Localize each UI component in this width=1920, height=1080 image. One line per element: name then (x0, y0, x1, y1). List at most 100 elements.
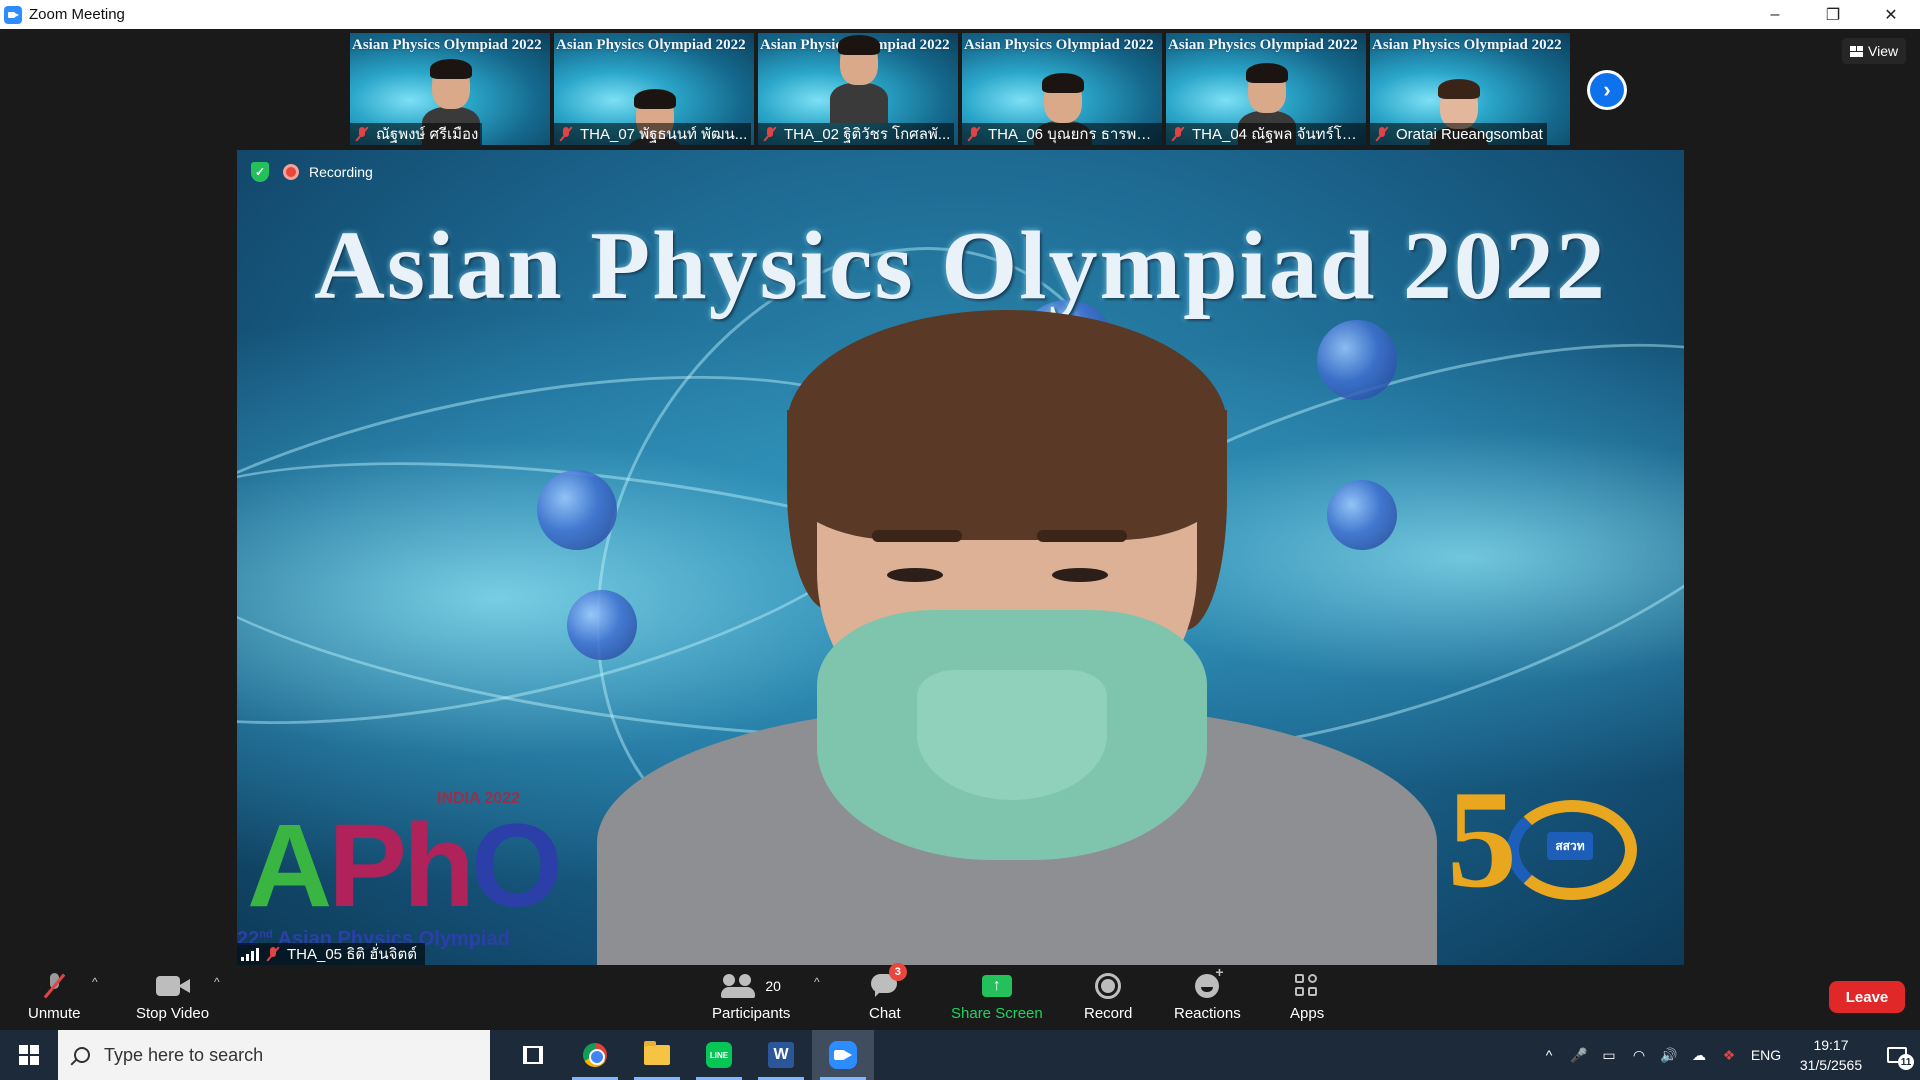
input-language[interactable]: ENG (1744, 1047, 1788, 1063)
mic-muted-icon (558, 126, 574, 142)
participant-name: Oratai Rueangsombat (1396, 125, 1543, 143)
apho-logo-letters: APhO (247, 800, 563, 932)
share-screen-button[interactable]: ↑ Share Screen (951, 971, 1043, 1022)
video-options-caret[interactable]: ^ (214, 975, 220, 989)
window-controls: – ❐ ✕ (1746, 0, 1920, 29)
restore-button[interactable]: ❐ (1804, 0, 1862, 29)
participant-name-tag: THA_04 ณัฐพล จันทร์โพ... (1166, 123, 1366, 145)
participant-thumbnail[interactable]: Asian Physics Olympiad 2022 THA_06 บุณยก… (962, 33, 1162, 145)
wifi-icon[interactable]: ◠ (1624, 1030, 1654, 1080)
participant-thumbnail[interactable]: Asian Physics Olympiad 2022 Oratai Ruean… (1370, 33, 1570, 145)
grid-icon (1850, 45, 1863, 57)
apps-button[interactable]: Apps (1290, 971, 1324, 1022)
clock-time: 19:17 (1813, 1037, 1849, 1053)
smiley-icon (1195, 964, 1224, 998)
leave-button[interactable]: Leave (1829, 981, 1905, 1013)
windows-taskbar: Type here to search LINE W ^ 🎤 ▭ ◠ 🔊 ☁ ❖… (0, 1030, 1920, 1080)
recording-label: Recording (309, 164, 373, 180)
stop-video-button[interactable]: Stop Video (136, 971, 209, 1022)
view-label: View (1868, 43, 1899, 59)
battery-icon[interactable]: ▭ (1594, 1030, 1624, 1080)
chat-unread-badge: 3 (888, 963, 907, 981)
chat-label: Chat (869, 1005, 901, 1022)
mic-muted-icon (354, 126, 370, 142)
participant-thumbnail[interactable]: Asian Physics Olympiad 2022 THA_02 ฐิติว… (758, 33, 958, 145)
participant-name: THA_06 บุณยกร ธารพาน... (988, 126, 1158, 143)
taskbar-line[interactable]: LINE (688, 1030, 750, 1080)
meeting-toolbar: Unmute ^ Stop Video ^ 20 Participants ^ … (0, 963, 1920, 1030)
speaker-name: THA_05 ธิติ ฮั่นจิตต์ (287, 946, 417, 963)
apps-icon (1295, 974, 1319, 998)
record-icon (1095, 973, 1122, 999)
reactions-label: Reactions (1174, 1005, 1241, 1022)
thumbnail-strip: Asian Physics Olympiad 2022 ณัฐพงษ์ ศรีเ… (350, 33, 1570, 145)
taskbar-file-explorer[interactable] (626, 1030, 688, 1080)
participant-thumbnail[interactable]: Asian Physics Olympiad 2022 ณัฐพงษ์ ศรีเ… (350, 33, 550, 145)
chat-button[interactable]: 3 Chat (869, 963, 907, 1022)
notification-count-badge: 11 (1898, 1054, 1914, 1070)
participants-icon (721, 974, 757, 998)
recording-indicator[interactable]: Recording (283, 164, 373, 180)
participant-name: THA_04 ณัฐพล จันทร์โพ... (1192, 126, 1362, 143)
unmute-button[interactable]: Unmute (28, 971, 81, 1022)
thumbnail-background-title: Asian Physics Olympiad 2022 (352, 37, 542, 53)
security-shield-icon[interactable]: ✓ (251, 162, 269, 182)
mic-muted-icon (762, 126, 778, 142)
show-hidden-icons-chevron-icon[interactable]: ^ (1534, 1030, 1564, 1080)
taskbar-word[interactable]: W (750, 1030, 812, 1080)
system-tray: ^ 🎤 ▭ ◠ 🔊 ☁ ❖ ENG 19:17 31/5/2565 11 (1534, 1030, 1920, 1080)
reactions-button[interactable]: Reactions (1174, 964, 1241, 1022)
window-title: Zoom Meeting (29, 6, 125, 23)
video-camera-icon (155, 976, 190, 996)
participant-name-tag: ณัฐพงษ์ ศรีเมือง (350, 123, 483, 145)
unmute-label: Unmute (28, 1005, 81, 1022)
anniversary-logo: 5 สสวท (1447, 770, 1647, 920)
speaker-name-tag: THA_05 ธิติ ฮั่นจิตต์ (237, 943, 425, 965)
background-orb (537, 470, 617, 550)
close-button[interactable]: ✕ (1862, 0, 1920, 29)
record-label: Record (1084, 1005, 1133, 1022)
share-screen-icon: ↑ (981, 975, 1012, 997)
search-icon (74, 1047, 90, 1063)
thumbnail-background-title: Asian Physics Olympiad 2022 (964, 37, 1154, 53)
task-view-button[interactable] (502, 1030, 564, 1080)
participants-count: 20 (765, 978, 781, 994)
participant-thumbnail[interactable]: Asian Physics Olympiad 2022 THA_07 พัฐธน… (554, 33, 754, 145)
microphone-icon[interactable]: 🎤 (1564, 1030, 1594, 1080)
minimize-button[interactable]: – (1746, 0, 1804, 29)
next-page-button[interactable]: › (1587, 70, 1627, 110)
participants-button[interactable]: 20 Participants (712, 971, 790, 1022)
record-button[interactable]: Record (1084, 971, 1132, 1022)
volume-icon[interactable]: 🔊 (1654, 1030, 1684, 1080)
meeting-area: Asian Physics Olympiad 2022 ณัฐพงษ์ ศรีเ… (0, 29, 1920, 965)
mic-off-icon (45, 973, 63, 999)
clock-date: 31/5/2565 (1799, 1057, 1863, 1073)
window-title-bar: Zoom Meeting – ❐ ✕ (0, 0, 1920, 29)
view-button[interactable]: View (1842, 38, 1907, 64)
taskbar-search-box[interactable]: Type here to search (58, 1030, 490, 1080)
apps-label: Apps (1290, 1005, 1325, 1022)
share-screen-label: Share Screen (951, 1005, 1043, 1022)
chrome-icon (583, 1043, 607, 1067)
dropbox-icon[interactable]: ❖ (1714, 1030, 1744, 1080)
participant-name-tag: Oratai Rueangsombat (1370, 123, 1547, 145)
chevron-right-icon: › (1590, 73, 1624, 107)
folder-icon (644, 1041, 670, 1065)
taskbar-zoom[interactable] (812, 1030, 874, 1080)
taskbar-chrome[interactable] (564, 1030, 626, 1080)
start-button[interactable] (0, 1030, 58, 1080)
recording-dot-icon (283, 164, 299, 180)
zoom-icon (829, 1041, 857, 1069)
background-orb (567, 590, 637, 660)
task-view-icon (523, 1046, 543, 1064)
notification-center-button[interactable]: 11 (1874, 1030, 1920, 1080)
taskbar-clock[interactable]: 19:17 31/5/2565 (1788, 1035, 1874, 1075)
participant-name-tag: THA_06 บุณยกร ธารพาน... (962, 123, 1162, 145)
active-speaker-video[interactable]: Asian Physics Olympiad 2022 INDIA 2022 A… (237, 150, 1684, 965)
participants-options-caret[interactable]: ^ (814, 975, 820, 989)
thumbnail-background-title: Asian Physics Olympiad 2022 (1372, 37, 1562, 53)
onedrive-cloud-icon[interactable]: ☁ (1684, 1030, 1714, 1080)
connection-signal-icon (241, 947, 259, 961)
audio-options-caret[interactable]: ^ (92, 975, 98, 989)
participant-thumbnail[interactable]: Asian Physics Olympiad 2022 THA_04 ณัฐพล… (1166, 33, 1366, 145)
